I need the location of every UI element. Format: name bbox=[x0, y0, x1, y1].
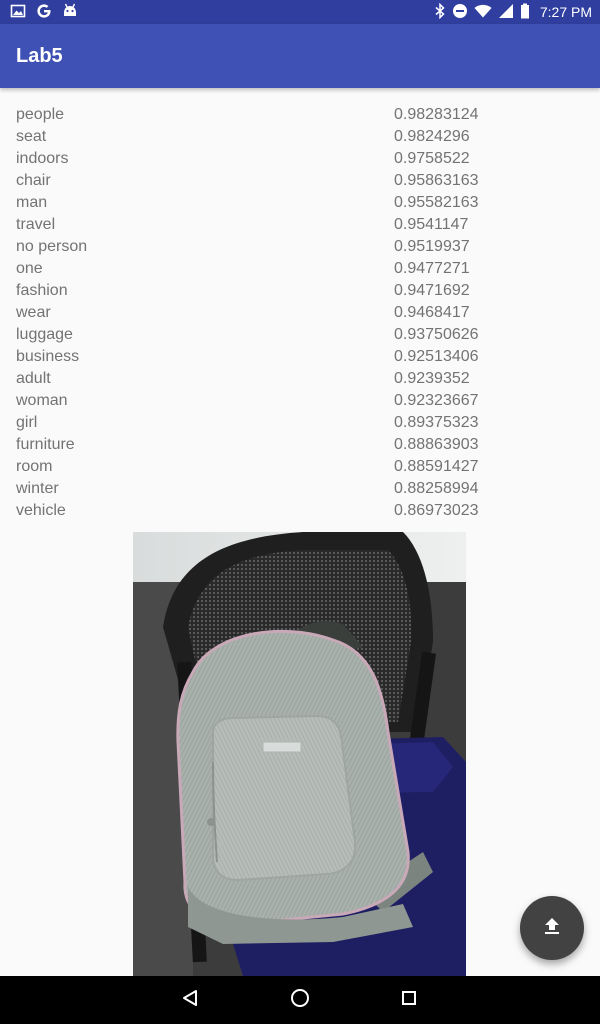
result-label: furniture bbox=[16, 436, 75, 453]
recents-icon bbox=[400, 989, 418, 1012]
result-score: 0.92513406 bbox=[394, 348, 479, 365]
home-button[interactable] bbox=[288, 988, 312, 1012]
recents-button[interactable] bbox=[397, 988, 421, 1012]
result-score: 0.9468417 bbox=[394, 304, 470, 321]
result-label: luggage bbox=[16, 326, 73, 343]
status-bar: 7:27 PM bbox=[0, 0, 600, 24]
wifi-icon bbox=[474, 3, 492, 22]
result-score: 0.88258994 bbox=[394, 480, 479, 497]
battery-icon bbox=[520, 3, 530, 22]
status-time: 7:27 PM bbox=[539, 4, 592, 20]
result-score: 0.9758522 bbox=[394, 150, 470, 167]
result-label: business bbox=[16, 348, 80, 365]
list-item: travel 0.9541147 bbox=[0, 214, 600, 236]
result-score: 0.9824296 bbox=[394, 128, 470, 145]
list-item: woman 0.92323667 bbox=[0, 390, 600, 412]
list-item: furniture 0.88863903 bbox=[0, 434, 600, 456]
app-bar: Lab5 bbox=[0, 24, 600, 88]
result-score: 0.88591427 bbox=[394, 458, 479, 475]
result-score: 0.92323667 bbox=[394, 392, 479, 409]
result-label: fashion bbox=[16, 282, 68, 299]
list-item: wear 0.9468417 bbox=[0, 302, 600, 324]
back-button[interactable] bbox=[178, 988, 202, 1012]
result-label: room bbox=[16, 458, 53, 475]
result-score: 0.9477271 bbox=[394, 260, 470, 277]
signal-icon bbox=[498, 3, 514, 22]
list-item: girl 0.89375323 bbox=[0, 412, 600, 434]
result-score: 0.9471692 bbox=[394, 282, 470, 299]
result-label: man bbox=[16, 194, 48, 211]
result-score: 0.93750626 bbox=[394, 326, 479, 343]
list-item: one 0.9477271 bbox=[0, 258, 600, 280]
results-list[interactable]: people 0.98283124 seat 0.9824296 indoors… bbox=[0, 104, 600, 516]
google-icon bbox=[36, 3, 52, 22]
list-item: seat 0.9824296 bbox=[0, 126, 600, 148]
back-icon bbox=[181, 989, 199, 1012]
navigation-bar bbox=[0, 976, 600, 1024]
result-label: seat bbox=[16, 128, 47, 145]
result-score: 0.95582163 bbox=[394, 194, 479, 211]
list-item: luggage 0.93750626 bbox=[0, 324, 600, 346]
result-score: 0.9239352 bbox=[394, 370, 470, 387]
list-item: chair 0.95863163 bbox=[0, 170, 600, 192]
android-icon bbox=[62, 3, 78, 22]
upload-icon bbox=[541, 915, 563, 942]
app-title: Lab5 bbox=[16, 45, 63, 67]
list-item: man 0.95582163 bbox=[0, 192, 600, 214]
result-label: woman bbox=[16, 392, 68, 409]
list-item: vehicle 0.86973023 bbox=[0, 500, 600, 516]
result-label: vehicle bbox=[16, 502, 66, 516]
result-label: girl bbox=[16, 414, 38, 431]
result-label: winter bbox=[16, 480, 59, 497]
list-item: fashion 0.9471692 bbox=[0, 280, 600, 302]
list-item: business 0.92513406 bbox=[0, 346, 600, 368]
list-item: room 0.88591427 bbox=[0, 456, 600, 478]
list-item: adult 0.9239352 bbox=[0, 368, 600, 390]
result-score: 0.86973023 bbox=[394, 502, 479, 516]
result-label: one bbox=[16, 260, 43, 277]
result-score: 0.89375323 bbox=[394, 414, 479, 431]
list-item: no person 0.9519937 bbox=[0, 236, 600, 258]
result-label: people bbox=[16, 106, 65, 123]
list-item: people 0.98283124 bbox=[0, 104, 600, 126]
result-label: wear bbox=[16, 304, 51, 321]
result-score: 0.98283124 bbox=[394, 106, 479, 123]
result-label: chair bbox=[16, 172, 51, 189]
image-icon bbox=[10, 3, 26, 22]
result-label: indoors bbox=[16, 150, 69, 167]
home-icon bbox=[290, 988, 310, 1013]
backpack-on-chair-photo bbox=[133, 532, 466, 976]
result-score: 0.95863163 bbox=[394, 172, 479, 189]
list-item: winter 0.88258994 bbox=[0, 478, 600, 500]
bluetooth-icon bbox=[434, 2, 446, 22]
list-item: indoors 0.9758522 bbox=[0, 148, 600, 170]
result-score: 0.9519937 bbox=[394, 238, 470, 255]
result-score: 0.9541147 bbox=[394, 216, 469, 233]
result-score: 0.88863903 bbox=[394, 436, 479, 453]
upload-button[interactable] bbox=[520, 896, 584, 960]
result-label: adult bbox=[16, 370, 51, 387]
do-not-disturb-icon bbox=[452, 3, 468, 22]
result-label: no person bbox=[16, 238, 88, 255]
result-label: travel bbox=[16, 216, 56, 233]
